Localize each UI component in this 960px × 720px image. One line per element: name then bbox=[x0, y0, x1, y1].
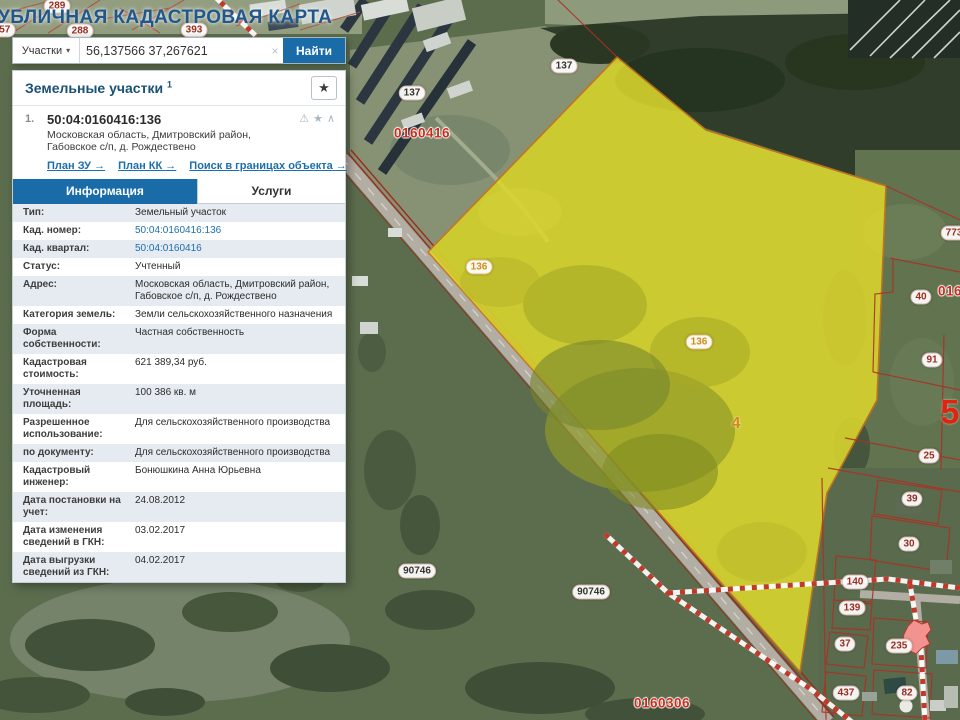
panel-tabs: Информация Услуги bbox=[13, 179, 345, 204]
info-row-label: Кадастровая стоимость: bbox=[13, 354, 133, 384]
info-row-label: Форма собственности: bbox=[13, 324, 133, 354]
plan-kk-link[interactable]: План КК → bbox=[118, 160, 176, 172]
search-in-bounds-link[interactable]: Поиск в границах объекта → bbox=[189, 160, 346, 172]
result-icons: ⚠ ★ ∧ bbox=[299, 112, 335, 125]
result-index: 1. bbox=[25, 113, 34, 125]
info-row-value: 24.08.2012 bbox=[133, 492, 345, 522]
warning-triangle-icon: ⚠ bbox=[299, 112, 309, 125]
info-row: Кад. квартал:50:04:0160416 bbox=[13, 240, 345, 258]
search-result-item: 1. ⚠ ★ ∧ 50:04:0160416:136 Московская об… bbox=[13, 105, 345, 179]
search-category-dropdown[interactable]: Участки ▾ bbox=[13, 38, 80, 63]
parcel-info-panel: Земельные участки 1 ★ 1. ⚠ ★ ∧ 50:04:016… bbox=[12, 70, 346, 583]
info-row-value: 100 386 кв. м bbox=[133, 384, 345, 414]
star-icon: ★ bbox=[318, 80, 330, 96]
info-row-value-link[interactable]: 50:04:0160416:136 bbox=[133, 222, 345, 240]
info-row-value: 04.02.2017 bbox=[133, 552, 345, 582]
info-row: Кадастровая стоимость:621 389,34 руб. bbox=[13, 354, 345, 384]
info-row: Категория земель:Земли сельскохозяйствен… bbox=[13, 306, 345, 324]
collapse-chevron-icon[interactable]: ∧ bbox=[327, 112, 335, 125]
search-submit-button[interactable]: Найти bbox=[283, 38, 345, 63]
info-row-value: Московская область, Дмитровский район, Г… bbox=[133, 276, 345, 306]
panel-title: Земельные участки 1 bbox=[25, 80, 172, 96]
info-row-label: Тип: bbox=[13, 204, 133, 222]
info-row-value: 03.02.2017 bbox=[133, 522, 345, 552]
greenhouse-grid bbox=[848, 0, 960, 58]
info-row: Дата выгрузки сведений из ГКН:04.02.2017 bbox=[13, 552, 345, 582]
info-row-label: Уточненная площадь: bbox=[13, 384, 133, 414]
info-row-value: Земли сельскохозяйственного назначения bbox=[133, 306, 345, 324]
info-row-label: Категория земель: bbox=[13, 306, 133, 324]
info-row: Кадастровый инженер:Бонюшкина Анна Юрьев… bbox=[13, 462, 345, 492]
star-icon[interactable]: ★ bbox=[313, 112, 323, 125]
info-row-value: Для сельскохозяйственного производства bbox=[133, 414, 345, 444]
info-row-value: Земельный участок bbox=[133, 204, 345, 222]
info-row: по документу:Для сельскохозяйственного п… bbox=[13, 444, 345, 462]
info-row-value: 621 389,34 руб. bbox=[133, 354, 345, 384]
info-row-value: Бонюшкина Анна Юрьевна bbox=[133, 462, 345, 492]
chevron-down-icon: ▾ bbox=[66, 46, 70, 55]
info-row-label: Разрешенное использование: bbox=[13, 414, 133, 444]
info-row-label: Кад. номер: bbox=[13, 222, 133, 240]
info-table: Тип:Земельный участокКад. номер:50:04:01… bbox=[13, 204, 345, 582]
cadastral-map-app: 2892883934571371370160416136136477301604… bbox=[0, 0, 960, 720]
clear-icon[interactable]: × bbox=[267, 38, 283, 63]
arrow-right-icon: → bbox=[336, 160, 347, 172]
search-input[interactable] bbox=[80, 38, 267, 63]
info-row-value: Для сельскохозяйственного производства bbox=[133, 444, 345, 462]
arrow-right-icon: → bbox=[165, 160, 176, 172]
site-title: УБЛИЧНАЯ КАДАСТРОВАЯ КАРТА bbox=[0, 7, 332, 29]
info-row-value: Учтенный bbox=[133, 258, 345, 276]
tab-information[interactable]: Информация bbox=[13, 179, 197, 204]
result-count: 1 bbox=[167, 79, 172, 89]
arrow-right-icon: → bbox=[94, 160, 105, 172]
info-row-label: Дата постановки на учет: bbox=[13, 492, 133, 522]
favorites-button[interactable]: ★ bbox=[311, 76, 337, 100]
panel-header: Земельные участки 1 ★ bbox=[13, 71, 345, 105]
parcel-address: Московская область, Дмитровский район, Г… bbox=[47, 129, 335, 154]
info-row-value-link[interactable]: 50:04:0160416 bbox=[133, 240, 345, 258]
plan-links: План ЗУ → План КК → Поиск в границах объ… bbox=[47, 160, 335, 172]
info-row-label: Адрес: bbox=[13, 276, 133, 306]
info-row-label: Статус: bbox=[13, 258, 133, 276]
info-row-label: Дата изменения сведений в ГКН: bbox=[13, 522, 133, 552]
info-row: Разрешенное использование:Для сельскохоз… bbox=[13, 414, 345, 444]
info-row: Форма собственности:Частная собственност… bbox=[13, 324, 345, 354]
info-row-value: Частная собственность bbox=[133, 324, 345, 354]
search-bar: Участки ▾ × Найти bbox=[12, 37, 346, 64]
info-row: Кад. номер:50:04:0160416:136 bbox=[13, 222, 345, 240]
cadastral-number: 50:04:0160416:136 bbox=[47, 112, 335, 127]
info-row-label: Кадастровый инженер: bbox=[13, 462, 133, 492]
tab-services[interactable]: Услуги bbox=[197, 179, 345, 204]
info-row: Уточненная площадь:100 386 кв. м bbox=[13, 384, 345, 414]
info-row: Адрес:Московская область, Дмитровский ра… bbox=[13, 276, 345, 306]
info-row: Тип:Земельный участок bbox=[13, 204, 345, 222]
info-row: Статус:Учтенный bbox=[13, 258, 345, 276]
info-row-label: по документу: bbox=[13, 444, 133, 462]
search-category-label: Участки bbox=[22, 45, 62, 57]
info-row-label: Дата выгрузки сведений из ГКН: bbox=[13, 552, 133, 582]
info-row-label: Кад. квартал: bbox=[13, 240, 133, 258]
plan-zu-link[interactable]: План ЗУ → bbox=[47, 160, 105, 172]
info-row: Дата постановки на учет:24.08.2012 bbox=[13, 492, 345, 522]
info-row: Дата изменения сведений в ГКН:03.02.2017 bbox=[13, 522, 345, 552]
